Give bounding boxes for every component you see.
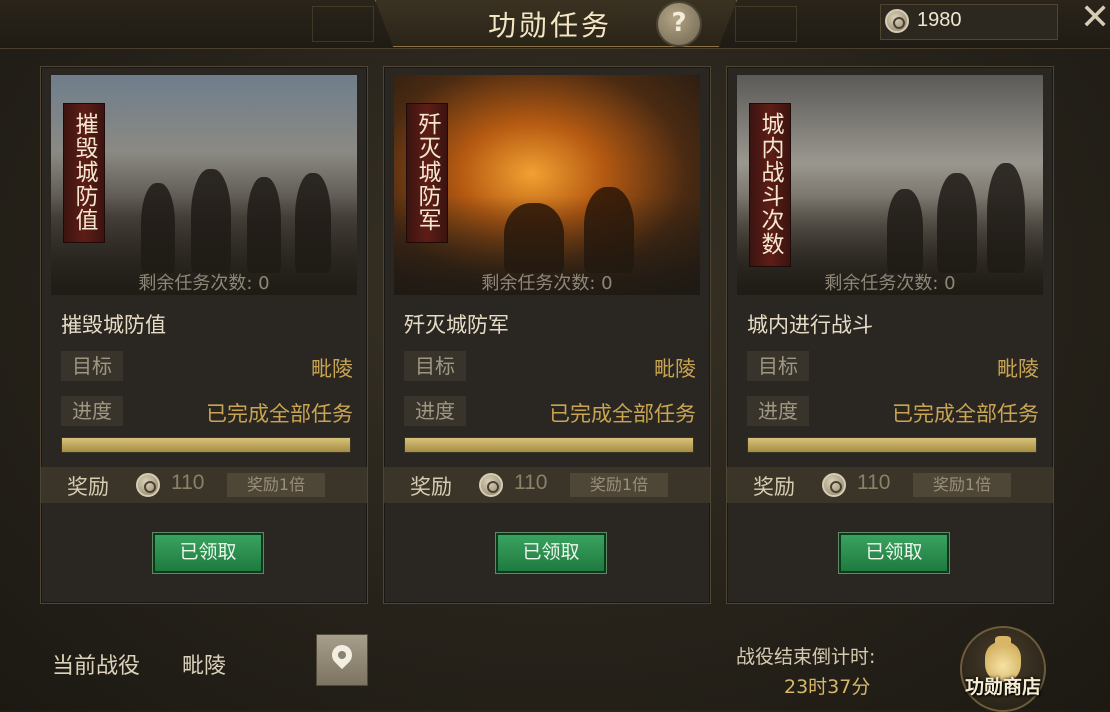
task-card: 歼灭城防军 剩余任务次数: 0 歼灭城防军 目标 毗陵 进度 已完成全部任务 奖… (383, 66, 711, 604)
reward-multiplier-badge: 奖励1倍 (570, 473, 668, 497)
reward-row: 奖励 110 奖励1倍 (727, 467, 1053, 503)
progress-label: 进度 (747, 396, 809, 426)
coin-icon (885, 9, 909, 33)
close-icon: ✕ (1080, 0, 1110, 38)
progress-bar (747, 437, 1037, 453)
target-value: 毗陵 (311, 357, 353, 381)
coin-icon (479, 473, 503, 497)
task-banner: 歼灭城防军 (406, 103, 448, 243)
progress-label: 进度 (404, 396, 466, 426)
header-bar: 功勋任务 ? 1980 ✕ (0, 0, 1110, 49)
merit-shop-label[interactable]: 功勋商店 (948, 672, 1058, 699)
task-name: 歼灭城防军 (404, 313, 509, 337)
help-button[interactable]: ? (656, 1, 702, 47)
target-label: 目标 (61, 351, 123, 381)
task-image: 城内战斗次数 剩余任务次数: 0 (737, 75, 1043, 295)
target-value: 毗陵 (997, 357, 1039, 381)
countdown-value: 23时37分 (784, 676, 871, 698)
header-ornament-right (735, 6, 797, 42)
task-card: 摧毁城防值 剩余任务次数: 0 摧毁城防值 目标 毗陵 进度 已完成全部任务 奖… (40, 66, 368, 604)
reward-amount: 110 (171, 471, 205, 494)
task-name: 城内进行战斗 (747, 313, 873, 337)
reward-amount: 110 (514, 471, 548, 494)
progress-value: 已完成全部任务 (549, 402, 696, 426)
task-name: 摧毁城防值 (61, 313, 166, 337)
reward-row: 奖励 110 奖励1倍 (384, 467, 710, 503)
reward-label: 奖励 (67, 475, 109, 499)
reward-multiplier-badge: 奖励1倍 (913, 473, 1011, 497)
progress-fill (62, 438, 350, 452)
progress-label: 进度 (61, 396, 123, 426)
remaining-count: 剩余任务次数: 0 (481, 273, 613, 294)
locate-button[interactable] (316, 634, 368, 686)
map-pin-icon (327, 640, 357, 670)
currency-display: 1980 (880, 4, 1058, 40)
reward-multiplier-badge: 奖励1倍 (227, 473, 325, 497)
task-image: 摧毁城防值 剩余任务次数: 0 (51, 75, 357, 295)
target-label: 目标 (747, 351, 809, 381)
header-ornament-left (312, 6, 374, 42)
progress-value: 已完成全部任务 (892, 402, 1039, 426)
merit-shop-button[interactable] (960, 626, 1046, 712)
task-card: 城内战斗次数 剩余任务次数: 0 城内进行战斗 目标 毗陵 进度 已完成全部任务… (726, 66, 1054, 604)
task-banner: 摧毁城防值 (63, 103, 105, 243)
question-mark-icon: ? (671, 8, 687, 38)
progress-fill (405, 438, 693, 452)
claimed-button[interactable]: 已领取 (839, 533, 949, 573)
countdown-label: 战役结束倒计时: (736, 646, 876, 668)
current-campaign-label: 当前战役 (52, 654, 141, 679)
reward-label: 奖励 (753, 475, 795, 499)
target-label: 目标 (404, 351, 466, 381)
page-title: 功勋任务 (487, 9, 612, 42)
close-button[interactable]: ✕ (1080, 0, 1110, 36)
task-image: 歼灭城防军 剩余任务次数: 0 (394, 75, 700, 295)
progress-value: 已完成全部任务 (206, 402, 353, 426)
task-banner: 城内战斗次数 (749, 103, 791, 267)
reward-row: 奖励 110 奖励1倍 (41, 467, 367, 503)
claimed-button[interactable]: 已领取 (153, 533, 263, 573)
reward-label: 奖励 (410, 475, 452, 499)
remaining-count: 剩余任务次数: 0 (824, 273, 956, 294)
progress-fill (748, 438, 1036, 452)
current-campaign-value: 毗陵 (182, 654, 227, 679)
progress-bar (404, 437, 694, 453)
target-value: 毗陵 (654, 357, 696, 381)
coin-icon (822, 473, 846, 497)
progress-bar (61, 437, 351, 453)
currency-value: 1980 (917, 9, 962, 31)
remaining-count: 剩余任务次数: 0 (138, 273, 270, 294)
claimed-button[interactable]: 已领取 (496, 533, 606, 573)
coin-icon (136, 473, 160, 497)
reward-amount: 110 (857, 471, 891, 494)
